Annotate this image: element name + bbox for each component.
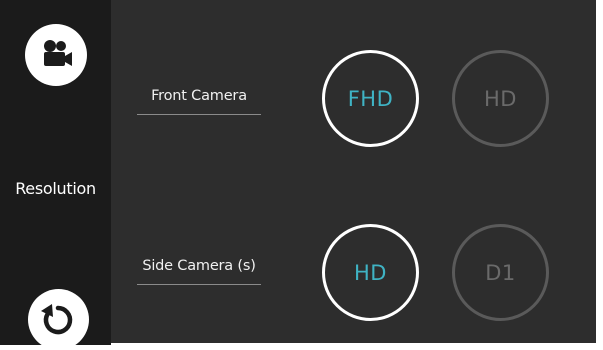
front-camera-fhd-label: FHD [347,86,394,111]
side-camera-hd-label: HD [354,260,387,285]
front-camera-hd-option[interactable]: HD [452,50,549,147]
side-camera-d1-option[interactable]: D1 [452,224,549,321]
side-camera-label: Side Camera (s) [142,258,256,274]
side-camera-underline [137,284,261,285]
resolution-screen: Resolution Front Camera FHD HD Side Came… [0,0,603,350]
side-camera-d1-label: D1 [485,260,516,285]
reset-icon [41,304,73,335]
front-camera-label: Front Camera [151,88,247,104]
sidebar: Resolution [0,0,111,350]
side-camera-hd-option[interactable]: HD [322,224,419,321]
front-camera-fhd-option[interactable]: FHD [322,50,419,147]
front-camera-hd-label: HD [484,86,517,111]
camera-button[interactable] [25,24,87,86]
front-camera-underline [137,114,261,115]
reset-button[interactable] [28,289,89,350]
video-camera-icon [44,40,72,66]
resolution-label: Resolution [15,179,96,198]
